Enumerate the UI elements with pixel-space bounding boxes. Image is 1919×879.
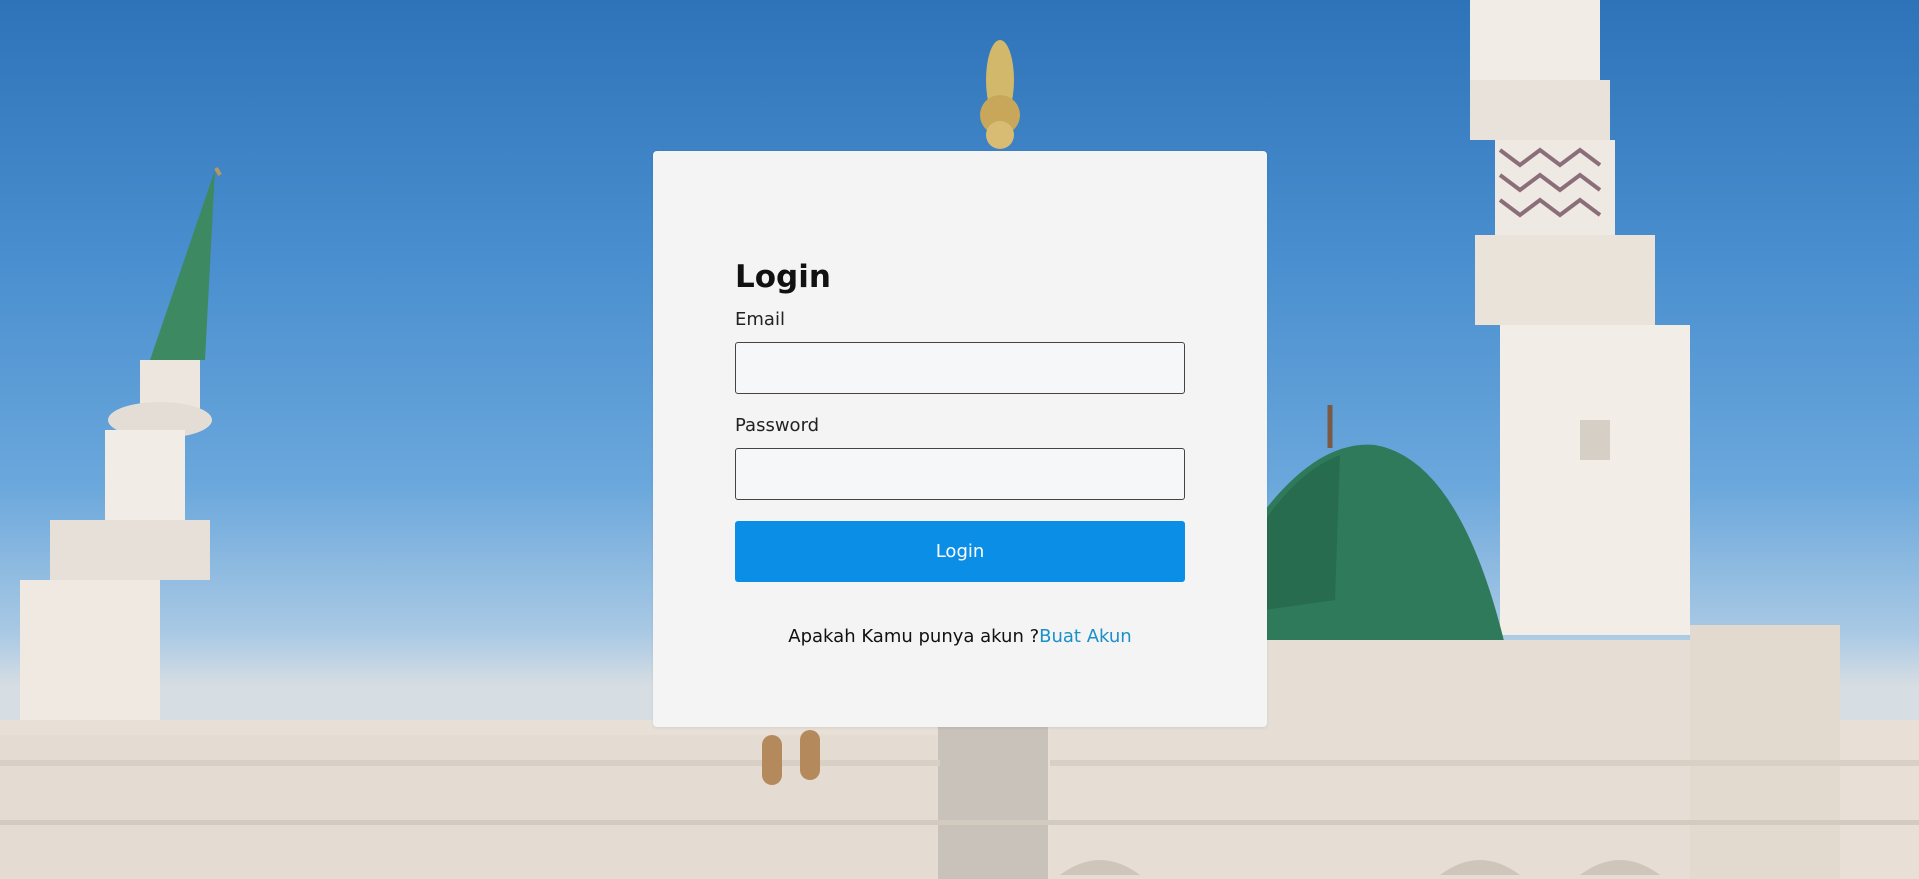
right-minaret-graphic [1470, 0, 1690, 635]
login-button[interactable]: Login [735, 521, 1185, 582]
left-minaret-graphic [20, 167, 222, 760]
email-label: Email [735, 309, 785, 330]
password-label: Password [735, 415, 820, 436]
signup-prompt-text: Apakah Kamu punya akun ? [788, 626, 1040, 647]
email-field[interactable] [735, 342, 1185, 394]
login-form: Login Email Password Login Apakah Kamu p… [735, 256, 1185, 649]
green-dome-graphic [1265, 405, 1505, 645]
login-card: Login Email Password Login Apakah Kamu p… [653, 151, 1267, 727]
login-title: Login [735, 259, 831, 295]
create-account-link[interactable]: Buat Akun [1039, 626, 1132, 647]
center-spire-graphic [980, 40, 1020, 149]
signup-prompt-row: Apakah Kamu punya akun ?Buat Akun [735, 625, 1185, 649]
password-field[interactable] [735, 448, 1185, 500]
